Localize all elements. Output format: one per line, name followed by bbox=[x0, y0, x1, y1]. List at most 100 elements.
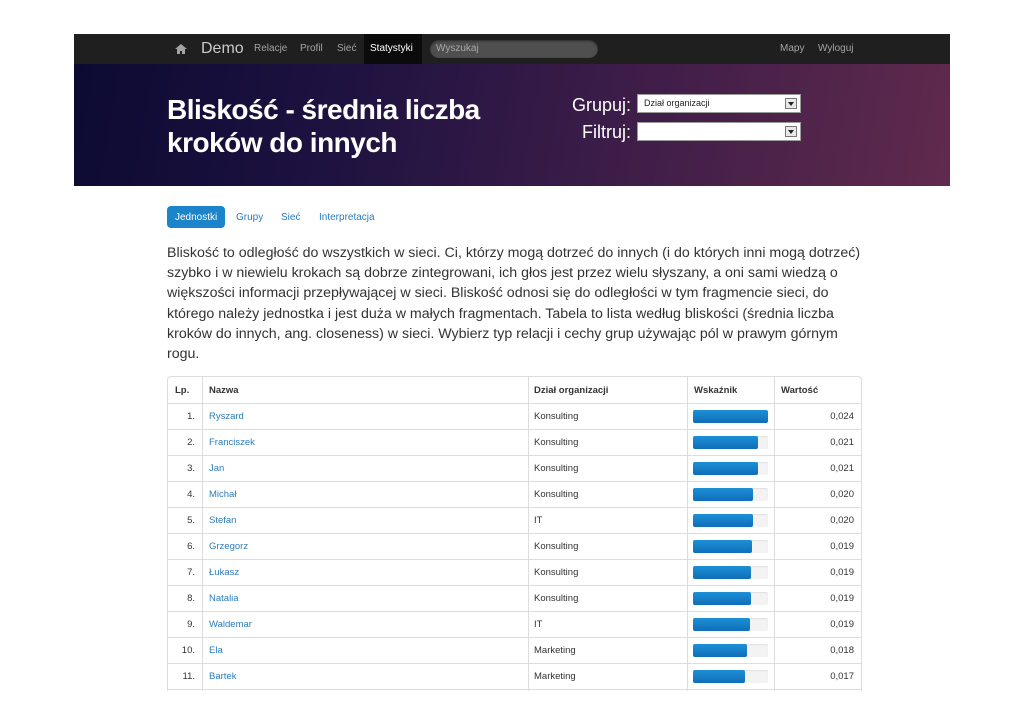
nav-link-wyloguj[interactable]: Wyloguj bbox=[818, 43, 853, 54]
value: 0,019 bbox=[830, 567, 854, 578]
value: 0,019 bbox=[830, 619, 854, 630]
search-input[interactable] bbox=[436, 41, 586, 56]
person-name-link[interactable]: Bartek bbox=[209, 671, 236, 682]
value: 0,019 bbox=[830, 541, 854, 552]
header-nazwa[interactable]: Nazwa bbox=[209, 385, 239, 396]
top-navbar: Demo Relacje Profil Sieć Statystyki Mapy… bbox=[74, 34, 950, 64]
person-name-link[interactable]: Grzegorz bbox=[209, 541, 248, 552]
filter-label: Filtruj: bbox=[582, 122, 631, 142]
value: 0,017 bbox=[830, 671, 854, 682]
department: Konsulting bbox=[534, 437, 579, 448]
tab-interpretacja[interactable]: Interpretacja bbox=[319, 212, 375, 223]
department: Marketing bbox=[534, 645, 576, 656]
table-row: 8. Natalia Konsulting 0,019 bbox=[168, 585, 861, 612]
chevron-down-icon bbox=[785, 98, 797, 109]
chevron-down-icon bbox=[785, 126, 797, 137]
table-row: 11. Bartek Marketing 0,017 bbox=[168, 663, 861, 690]
nav-link-statystyki[interactable]: Statystyki bbox=[364, 34, 422, 64]
department: Konsulting bbox=[534, 541, 579, 552]
department: Marketing bbox=[534, 671, 576, 682]
group-select[interactable]: Dział organizacji bbox=[637, 94, 801, 113]
row-number: 3. bbox=[187, 463, 195, 474]
value: 0,024 bbox=[830, 411, 854, 422]
person-name-link[interactable]: Jan bbox=[209, 463, 224, 474]
table-row: 5. Stefan IT 0,020 bbox=[168, 507, 861, 534]
table-row: 4. Michał Konsulting 0,020 bbox=[168, 481, 861, 508]
value: 0,020 bbox=[830, 515, 854, 526]
indicator-bar-fill bbox=[693, 644, 747, 657]
indicator-bar bbox=[693, 618, 768, 631]
row-number: 9. bbox=[187, 619, 195, 630]
filter-select[interactable] bbox=[637, 122, 801, 141]
indicator-bar-fill bbox=[693, 462, 758, 475]
indicator-bar bbox=[693, 410, 768, 423]
row-number: 4. bbox=[187, 489, 195, 500]
nav-link-mapy[interactable]: Mapy bbox=[780, 43, 804, 54]
nav-link-relacje[interactable]: Relacje bbox=[254, 43, 287, 54]
table-row: 10. Ela Marketing 0,018 bbox=[168, 637, 861, 664]
value: 0,020 bbox=[830, 489, 854, 500]
nav-link-siec[interactable]: Sieć bbox=[337, 43, 356, 54]
table-row: 6. Grzegorz Konsulting 0,019 bbox=[168, 533, 861, 560]
person-name-link[interactable]: Stefan bbox=[209, 515, 236, 526]
department: Konsulting bbox=[534, 593, 579, 604]
department: Konsulting bbox=[534, 463, 579, 474]
table-header: Lp. Nazwa Dział organizacji Wskaźnik War… bbox=[168, 377, 861, 404]
page-title: Bliskość - średnia liczba kroków do inny… bbox=[167, 94, 480, 158]
indicator-bar-fill bbox=[693, 410, 768, 423]
table-row: 2. Franciszek Konsulting 0,021 bbox=[168, 429, 861, 456]
value: 0,021 bbox=[830, 463, 854, 474]
header-wartosc[interactable]: Wartość bbox=[781, 385, 818, 396]
indicator-bar bbox=[693, 462, 768, 475]
value: 0,021 bbox=[830, 437, 854, 448]
table-row: 1. Ryszard Konsulting 0,024 bbox=[168, 403, 861, 430]
tab-siec[interactable]: Sieć bbox=[281, 212, 300, 223]
row-number: 6. bbox=[187, 541, 195, 552]
brand-link[interactable]: Demo bbox=[201, 40, 244, 58]
table-row: 7. Łukasz Konsulting 0,019 bbox=[168, 559, 861, 586]
person-name-link[interactable]: Michał bbox=[209, 489, 236, 500]
indicator-bar-fill bbox=[693, 670, 745, 683]
tab-jednostki-label: Jednostki bbox=[175, 212, 218, 223]
row-number: 1. bbox=[187, 411, 195, 422]
indicator-bar bbox=[693, 592, 768, 605]
search-box[interactable] bbox=[430, 40, 598, 58]
header-wskaznik[interactable]: Wskaźnik bbox=[694, 385, 737, 396]
row-number: 7. bbox=[187, 567, 195, 578]
person-name-link[interactable]: Natalia bbox=[209, 593, 239, 604]
person-name-link[interactable]: Franciszek bbox=[209, 437, 255, 448]
value: 0,018 bbox=[830, 645, 854, 656]
department: IT bbox=[534, 619, 543, 630]
department: Konsulting bbox=[534, 567, 579, 578]
nav-link-profil[interactable]: Profil bbox=[300, 43, 323, 54]
person-name-link[interactable]: Waldemar bbox=[209, 619, 252, 630]
person-name-link[interactable]: Ryszard bbox=[209, 411, 244, 422]
row-number: 2. bbox=[187, 437, 195, 448]
indicator-bar-fill bbox=[693, 514, 753, 527]
group-label: Grupuj: bbox=[571, 95, 631, 115]
person-name-link[interactable]: Ela bbox=[209, 645, 223, 656]
tab-grupy[interactable]: Grupy bbox=[236, 212, 263, 223]
home-icon[interactable] bbox=[174, 42, 188, 56]
row-number: 10. bbox=[181, 645, 195, 656]
nav-link-statystyki-label: Statystyki bbox=[370, 43, 413, 54]
indicator-bar-fill bbox=[693, 618, 750, 631]
indicator-bar bbox=[693, 488, 768, 501]
department: IT bbox=[534, 515, 543, 526]
indicator-bar bbox=[693, 644, 768, 657]
header-lp[interactable]: Lp. bbox=[175, 385, 189, 396]
indicator-bar bbox=[693, 514, 768, 527]
indicator-bar-fill bbox=[693, 566, 751, 579]
row-number: 5. bbox=[187, 515, 195, 526]
indicator-bar-fill bbox=[693, 436, 758, 449]
header-dzial[interactable]: Dział organizacji bbox=[534, 385, 608, 396]
indicator-bar-fill bbox=[693, 540, 752, 553]
hero-banner: Bliskość - średnia liczba kroków do inny… bbox=[74, 64, 950, 186]
table-row: 9. Waldemar IT 0,019 bbox=[168, 611, 861, 638]
person-name-link[interactable]: Łukasz bbox=[209, 567, 239, 578]
department: Konsulting bbox=[534, 411, 579, 422]
tab-jednostki[interactable]: Jednostki bbox=[167, 206, 225, 228]
indicator-bar bbox=[693, 436, 768, 449]
indicator-bar bbox=[693, 540, 768, 553]
closeness-table: Lp. Nazwa Dział organizacji Wskaźnik War… bbox=[167, 376, 862, 691]
